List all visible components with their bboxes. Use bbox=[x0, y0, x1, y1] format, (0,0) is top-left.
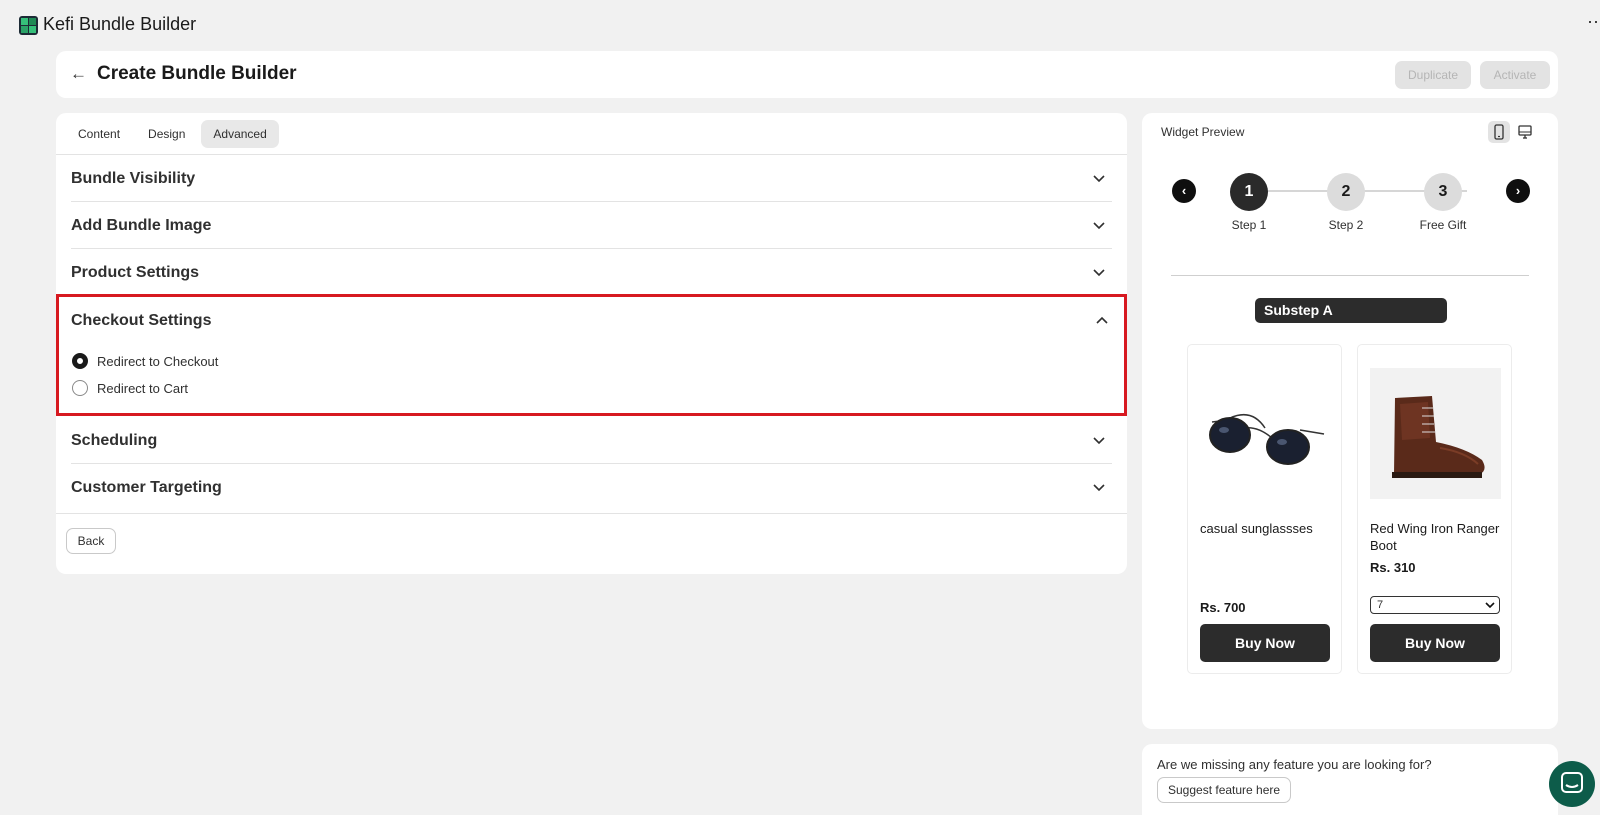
step-prev-button[interactable]: ‹ bbox=[1172, 179, 1196, 203]
tab-advanced[interactable]: Advanced bbox=[201, 120, 279, 148]
chat-icon bbox=[1561, 772, 1583, 793]
tab-content[interactable]: Content bbox=[66, 120, 132, 148]
accordion-title: Customer Targeting bbox=[71, 479, 222, 496]
product-card: casual sunglassses Rs. 700 Buy Now bbox=[1187, 344, 1342, 674]
accordion-add-bundle-image[interactable]: Add Bundle Image bbox=[71, 202, 1112, 249]
step-2-label: Step 2 bbox=[1328, 218, 1364, 232]
radio-label: Redirect to Cart bbox=[97, 380, 189, 396]
mobile-preview-toggle[interactable] bbox=[1488, 121, 1510, 143]
accordion-product-settings[interactable]: Product Settings bbox=[71, 249, 1112, 296]
chevron-down-icon bbox=[1093, 437, 1105, 445]
chevron-down-icon bbox=[1093, 222, 1105, 230]
radio-redirect-cart[interactable]: Redirect to Cart bbox=[72, 380, 188, 396]
step-3-circle[interactable]: 3 bbox=[1424, 173, 1462, 211]
product-price: Rs. 310 bbox=[1370, 560, 1416, 575]
top-bar: Kefi Bundle Builder ⋯ bbox=[0, 0, 1600, 50]
feature-question: Are we missing any feature you are looki… bbox=[1157, 757, 1432, 772]
duplicate-button[interactable]: Duplicate bbox=[1395, 61, 1471, 89]
accordion-title: Scheduling bbox=[71, 432, 158, 449]
suggest-feature-button[interactable]: Suggest feature here bbox=[1157, 777, 1292, 803]
settings-panel: Content Design Advanced Bundle Visibilit… bbox=[56, 113, 1127, 574]
divider bbox=[1171, 275, 1529, 276]
step-3-label: Free Gift bbox=[1419, 218, 1467, 232]
app-title: Kefi Bundle Builder bbox=[43, 14, 197, 34]
accordion-checkout-settings: Checkout Settings Redirect to Checkout R… bbox=[56, 294, 1127, 416]
accordion-title: Product Settings bbox=[71, 264, 200, 281]
accordion-scheduling[interactable]: Scheduling bbox=[71, 417, 1112, 464]
buy-now-button[interactable]: Buy Now bbox=[1200, 624, 1330, 662]
widget-preview-title: Widget Preview bbox=[1161, 125, 1245, 139]
accordion-title: Add Bundle Image bbox=[71, 217, 212, 234]
step-1-label: Step 1 bbox=[1231, 218, 1267, 232]
accordion-title[interactable]: Checkout Settings bbox=[71, 312, 211, 330]
settings-tabs: Content Design Advanced bbox=[66, 120, 279, 148]
product-name: Red Wing Iron Ranger Boot bbox=[1370, 521, 1500, 553]
page-header: ← Create Bundle Builder Duplicate Activa… bbox=[56, 51, 1558, 98]
page-title: Create Bundle Builder bbox=[97, 63, 297, 84]
more-actions-icon[interactable]: ⋯ bbox=[1587, 12, 1600, 33]
buy-now-button[interactable]: Buy Now bbox=[1370, 624, 1500, 662]
step-2-circle[interactable]: 2 bbox=[1327, 173, 1365, 211]
tab-design[interactable]: Design bbox=[136, 120, 197, 148]
chevron-up-icon[interactable] bbox=[1095, 314, 1109, 328]
product-price: Rs. 700 bbox=[1200, 600, 1246, 615]
accordion-title: Bundle Visibility bbox=[71, 170, 196, 187]
substep-tab[interactable]: Substep A bbox=[1255, 298, 1447, 323]
product-card: Red Wing Iron Ranger Boot Rs. 310 7 Buy … bbox=[1357, 344, 1512, 674]
chevron-down-icon bbox=[1093, 269, 1105, 277]
radio-button-selected[interactable] bbox=[72, 353, 88, 369]
chat-support-button[interactable] bbox=[1549, 761, 1595, 807]
mobile-icon bbox=[1494, 124, 1504, 140]
sunglasses-image bbox=[1200, 368, 1331, 499]
chevron-down-icon bbox=[1485, 602, 1495, 609]
accordion-bundle-visibility[interactable]: Bundle Visibility bbox=[71, 155, 1112, 202]
step-1-circle[interactable]: 1 bbox=[1230, 173, 1268, 211]
quantity-value: 7 bbox=[1377, 599, 1384, 611]
chevron-down-icon bbox=[1093, 484, 1105, 492]
desktop-icon bbox=[1518, 125, 1532, 139]
product-name: casual sunglassses bbox=[1200, 521, 1313, 536]
app-logo-icon bbox=[19, 16, 38, 35]
divider bbox=[56, 513, 1127, 514]
accordion-customer-targeting[interactable]: Customer Targeting bbox=[71, 464, 1112, 511]
widget-preview-panel: Widget Preview ‹ 1 2 3 › Step 1 Step 2 F… bbox=[1142, 113, 1558, 729]
desktop-preview-toggle[interactable] bbox=[1514, 121, 1536, 143]
step-next-button[interactable]: › bbox=[1506, 179, 1530, 203]
radio-redirect-checkout[interactable]: Redirect to Checkout bbox=[72, 353, 218, 369]
back-button[interactable]: Back bbox=[66, 528, 116, 554]
chevron-down-icon bbox=[1093, 175, 1105, 183]
back-arrow-icon[interactable]: ← bbox=[70, 64, 87, 84]
radio-button[interactable] bbox=[72, 380, 88, 396]
quantity-select[interactable]: 7 bbox=[1370, 596, 1500, 614]
feature-suggestion-card: Are we missing any feature you are looki… bbox=[1142, 744, 1558, 815]
boot-image bbox=[1370, 368, 1501, 499]
radio-label: Redirect to Checkout bbox=[97, 353, 219, 369]
activate-button[interactable]: Activate bbox=[1480, 61, 1550, 89]
